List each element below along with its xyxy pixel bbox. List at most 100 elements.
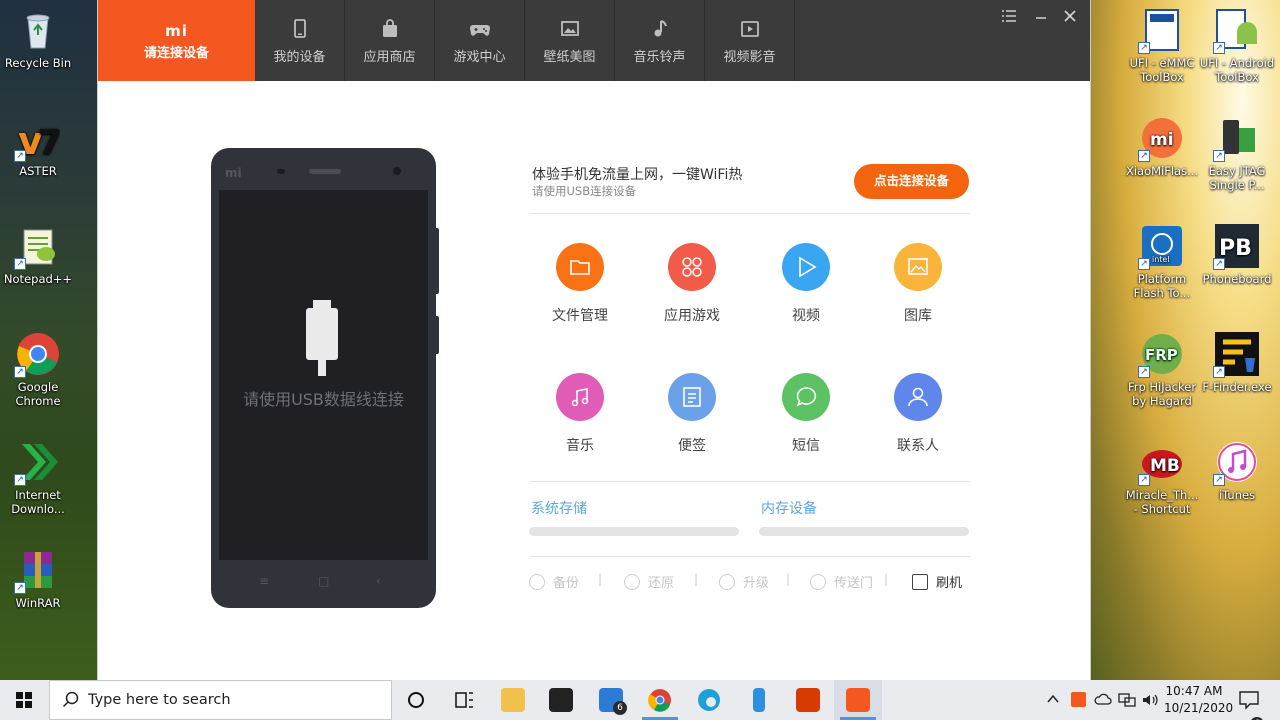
top-navigation-bar: mi 请连接设备 我的设备 应用商店 游戏中心 壁纸美图 音乐铃声 视频影音 [98, 0, 1090, 81]
desktop-icon-winrar[interactable]: ↗ WinRAR [0, 548, 76, 610]
back-icon: ‹ [376, 574, 381, 588]
taskbar-search-box[interactable]: Type here to search [49, 680, 392, 720]
tab-wallpaper[interactable]: 壁纸美图 [525, 0, 615, 81]
portal-icon [810, 574, 826, 590]
portal-button[interactable]: 传送门 [810, 572, 873, 591]
taskbar-edge[interactable] [685, 680, 733, 720]
taskbar-file-explorer[interactable] [489, 680, 537, 720]
cloud-icon [1094, 693, 1112, 705]
desktop-icon-miracle-thunder[interactable]: MB ↗ Miracle_Th... - Shortcut [1124, 440, 1200, 516]
tab-game-center[interactable]: 游戏中心 [435, 0, 525, 81]
system-storage-label: 系统存储 [531, 501, 587, 517]
phone-camera [393, 167, 401, 175]
taskbar-microsoft-store[interactable] [537, 680, 585, 720]
svg-text:7: 7 [38, 123, 60, 160]
tab-app-store[interactable]: 应用商店 [345, 0, 435, 81]
desktop-icon-internet-download-manager[interactable]: ↗ Internet Downlo... [0, 440, 76, 516]
start-button[interactable] [0, 680, 48, 720]
svg-text:mi: mi [1150, 130, 1174, 150]
system-storage-bar [529, 527, 739, 536]
desktop-icon-aster[interactable]: v7 ↗ ASTER [0, 116, 76, 178]
cortana-button[interactable] [392, 680, 440, 720]
close-button[interactable] [1059, 8, 1081, 28]
wifi-promo-title: 体验手机免流量上网，一键WiFi热 [532, 167, 743, 183]
chevron-up-icon [1047, 694, 1059, 703]
platform-flash-tool-icon: intel ↗ [1138, 224, 1184, 270]
itunes-icon: ↗ [1213, 440, 1259, 486]
tab-music-ringtones[interactable]: 音乐铃声 [615, 0, 705, 81]
feature-file-manager[interactable]: 文件管理 [540, 243, 620, 325]
connect-device-button[interactable]: 点击连接设备 [854, 164, 969, 199]
tab-connect-device[interactable]: mi 请连接设备 [98, 0, 255, 81]
easy-jtag-icon: ↗ [1213, 116, 1259, 162]
backup-button[interactable]: 备份 [529, 572, 579, 591]
tray-mi-icon[interactable] [1071, 692, 1086, 720]
desktop-icon-f-finder[interactable]: ↗ F-Finder.exe [1199, 332, 1275, 394]
tray-network[interactable] [1118, 692, 1136, 720]
apps-grid-icon [668, 243, 716, 291]
menu-icon: ≡ [259, 574, 270, 588]
music-note-icon [649, 18, 671, 40]
desktop-icon-itunes[interactable]: ↗ iTunes [1199, 440, 1275, 502]
windows-logo-icon [16, 692, 32, 708]
wifi-promo-subtitle: 请使用USB连接设备 [532, 184, 637, 198]
desktop-icon-platform-flash-tool[interactable]: intel ↗ Platform Flash To... [1124, 224, 1200, 300]
feature-gallery[interactable]: 图库 [878, 243, 958, 325]
restore-button[interactable]: 还原 [624, 572, 674, 591]
show-hidden-icons-button[interactable] [1046, 692, 1060, 720]
feature-messages[interactable]: 短信 [766, 373, 846, 455]
tab-video[interactable]: 视频影音 [705, 0, 795, 81]
phone-app-icon [753, 688, 765, 712]
feature-music[interactable]: 音乐 [540, 373, 620, 455]
feature-contacts[interactable]: 联系人 [878, 373, 958, 455]
desktop-icon-easy-jtag[interactable]: ↗ Easy JTAG Single P... [1199, 116, 1275, 192]
contact-icon [894, 373, 942, 421]
desktop-icon-recycle-bin[interactable]: Recycle Bin [0, 8, 76, 70]
clock-time: 10:47 AM [1165, 684, 1223, 698]
tray-onedrive[interactable] [1094, 692, 1112, 720]
upgrade-button[interactable]: 升级 [719, 572, 769, 591]
desktop-icon-phoneboard[interactable]: PB ↗ Phoneboard [1199, 224, 1275, 286]
clock-date: 10/21/2020 [1164, 701, 1234, 715]
mi-pc-suite-window: mi 请连接设备 我的设备 应用商店 游戏中心 壁纸美图 音乐铃声 视频影音 m… [98, 0, 1090, 680]
office-icon [796, 688, 820, 712]
taskbar-chrome[interactable] [636, 680, 684, 720]
separator: | [694, 572, 699, 586]
tab-my-device[interactable]: 我的设备 [255, 0, 345, 81]
minimize-button[interactable] [1030, 8, 1052, 28]
phone-power-button [435, 316, 439, 354]
taskbar-clock[interactable]: 10:47 AM 10/21/2020 [1164, 683, 1234, 717]
phone-sensor [277, 169, 285, 174]
task-view-button[interactable] [440, 680, 488, 720]
taskbar-mi-pc-suite[interactable] [834, 680, 882, 720]
flash-rom-button[interactable]: 刷机 [912, 572, 962, 591]
taskbar-phone-app[interactable] [735, 680, 783, 720]
feature-video[interactable]: 视频 [766, 243, 846, 325]
menu-button[interactable] [998, 8, 1020, 28]
divider [530, 213, 970, 214]
desktop-icon-frp-hijacker[interactable]: FRP ↗ Frp HiJacker by Hagard [1124, 332, 1200, 408]
folder-icon [556, 243, 604, 291]
desktop-icon-ufi-emmc-toolbox[interactable]: ↗ UFI - eMMC ToolBox [1124, 8, 1200, 84]
shopping-bag-icon [379, 18, 401, 40]
ufi-android-toolbox-icon: ↗ [1213, 8, 1259, 54]
home-icon: □ [318, 574, 330, 588]
taskbar-mail[interactable]: 6 [587, 680, 635, 720]
taskbar-office[interactable] [784, 680, 832, 720]
feature-apps-games[interactable]: 应用游戏 [652, 243, 732, 325]
desktop-icon-google-chrome[interactable]: ↗ Google Chrome [0, 332, 76, 408]
desktop-icon-notepad-plus-plus[interactable]: ↗ Notepad++ [0, 224, 76, 286]
desktop-icon-ufi-android-toolbox[interactable]: ↗ UFI - Android ToolBox [1199, 8, 1275, 84]
memory-storage-bar [759, 527, 969, 536]
notifications-icon [1239, 691, 1259, 710]
notepad-plus-plus-icon: ↗ [14, 224, 60, 270]
action-center-button[interactable]: 6 [1238, 689, 1264, 720]
separator: | [786, 572, 791, 586]
f-finder-icon: ↗ [1213, 332, 1259, 378]
cortana-circle-icon [408, 692, 424, 708]
file-explorer-icon [501, 688, 525, 712]
desktop-icon-xiaomi-flash[interactable]: mi ↗ XiaoMiFlas... [1124, 116, 1200, 178]
play-icon [782, 243, 830, 291]
feature-notes[interactable]: 便签 [652, 373, 732, 455]
tray-volume[interactable] [1141, 692, 1159, 720]
